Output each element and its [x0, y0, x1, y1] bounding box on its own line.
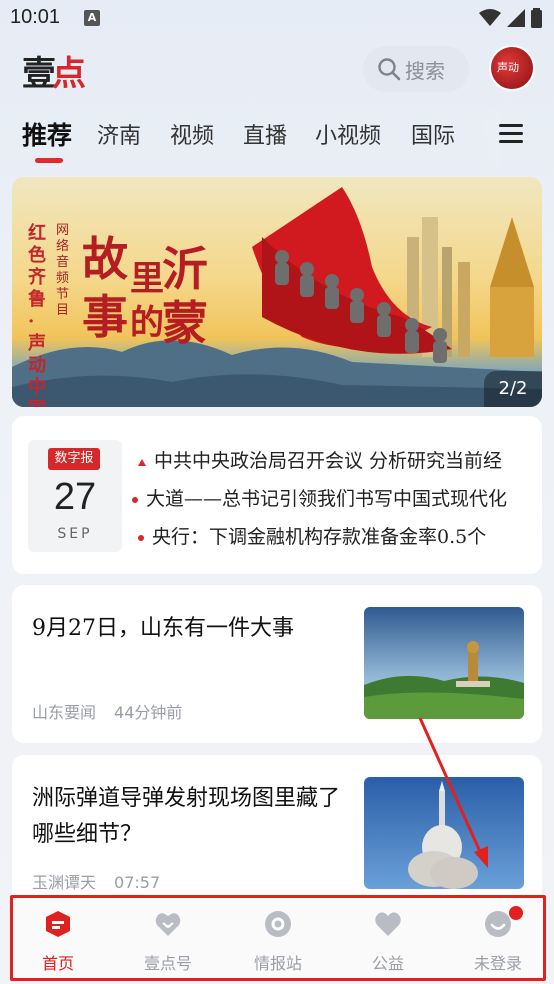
tab-live[interactable]: 直播: [243, 118, 287, 150]
nav-label: 未登录: [473, 954, 522, 973]
status-bar: 10:01 A: [0, 0, 554, 40]
arrow-up-icon: [138, 458, 146, 466]
article-title: 9月27日，山东有一件大事: [32, 616, 294, 641]
heart-icon: [375, 912, 401, 936]
broadcast-icon: [265, 911, 291, 937]
date-box: 数字报 27 SEP: [28, 440, 122, 552]
digital-news-card[interactable]: 数字报 27 SEP 中共中央政治局召开会议 分析研究当前经 大道——总书记引领…: [12, 416, 542, 574]
bullet-icon: [132, 497, 138, 503]
status-icons: [479, 8, 542, 28]
avatar[interactable]: 声动: [489, 45, 535, 91]
app-header: 壹点 搜索 声动: [0, 40, 554, 102]
banner-title-char: 蒙: [162, 296, 208, 350]
date-day: 27: [53, 476, 97, 518]
tab-video[interactable]: 视频: [170, 118, 214, 150]
headline-item[interactable]: 大道——总书记引领我们书写中国式现代化: [132, 484, 507, 511]
carousel-page-indicator: 2/2: [484, 371, 542, 407]
bullet-icon: [138, 535, 144, 541]
banner-title-char: 事: [82, 290, 128, 344]
article-meta: 山东要闻 44分钟前: [32, 699, 200, 723]
channel-menu-icon[interactable]: [499, 124, 523, 144]
user-icon: [485, 911, 511, 937]
date-month: SEP: [57, 526, 93, 542]
banner-title-char: 故: [82, 232, 128, 286]
nav-label: 壹点号: [143, 954, 192, 973]
banner-side-text: 红色齐鲁·声动中国: [28, 223, 46, 407]
nav-charity[interactable]: 公益: [343, 910, 433, 974]
article-source: 玉渊谭天: [32, 873, 97, 892]
banner-carousel[interactable]: 红色齐鲁·声动中国 网络音频节目 故 事 里 的 沂 蒙 2/2: [12, 177, 542, 407]
search-placeholder: 搜索: [405, 58, 445, 83]
signal-icon: [507, 9, 525, 27]
tab-recommend[interactable]: 推荐: [22, 116, 72, 152]
nav-label: 首页: [41, 954, 74, 973]
banner-title-char: 的: [130, 303, 164, 343]
search-input[interactable]: 搜索: [363, 46, 469, 92]
headline-item[interactable]: 中共中央政治局召开会议 分析研究当前经: [138, 446, 502, 473]
channel-tabs: 推荐 济南 视频 直播 小视频 国际: [0, 110, 554, 166]
article-time: 44分钟前: [114, 703, 183, 722]
tab-indicator: [35, 158, 63, 163]
article-source: 山东要闻: [32, 703, 97, 722]
app-logo[interactable]: 壹点: [22, 46, 86, 95]
article-card[interactable]: 9月27日，山东有一件大事 山东要闻 44分钟前: [12, 585, 542, 743]
notification-badge: [509, 906, 523, 920]
article-card[interactable]: 洲际弹道导弹发射现场图里藏了哪些细节？ 玉渊谭天 07:57: [12, 755, 542, 905]
wifi-icon: [479, 9, 501, 26]
home-icon: [46, 911, 70, 937]
nav-yidianhao[interactable]: 壹点号: [123, 910, 213, 974]
status-time: 10:01: [10, 6, 61, 28]
channel-icon: [155, 913, 181, 936]
tab-short-video[interactable]: 小视频: [315, 118, 381, 150]
banner-sub-text: 网络音频节目: [56, 223, 70, 318]
digital-news-tag: 数字报: [48, 448, 100, 470]
article-thumbnail: [364, 607, 524, 719]
notification-icon: A: [84, 10, 100, 26]
search-icon: [378, 58, 401, 81]
nav-home[interactable]: 首页: [13, 910, 103, 974]
bottom-nav: 首页 壹点号 情报站 公益 未登录: [10, 895, 546, 981]
article-title: 洲际弹道导弹发射现场图里藏了哪些细节？: [32, 786, 341, 847]
headline-item[interactable]: 央行：下调金融机构存款准备金率0.5个: [138, 522, 486, 549]
article-time: 07:57: [114, 873, 161, 892]
banner-title-char: 里: [130, 259, 164, 299]
article-meta: 玉渊谭天 07:57: [32, 869, 178, 893]
nav-label: 公益: [371, 954, 404, 973]
battery-icon: [531, 8, 542, 28]
nav-profile[interactable]: 未登录: [453, 906, 543, 974]
nav-intel-station[interactable]: 情报站: [233, 910, 323, 974]
tab-international[interactable]: 国际: [411, 118, 455, 150]
nav-label: 情报站: [253, 954, 302, 973]
article-thumbnail: [364, 777, 524, 889]
tab-jinan[interactable]: 济南: [97, 118, 141, 150]
